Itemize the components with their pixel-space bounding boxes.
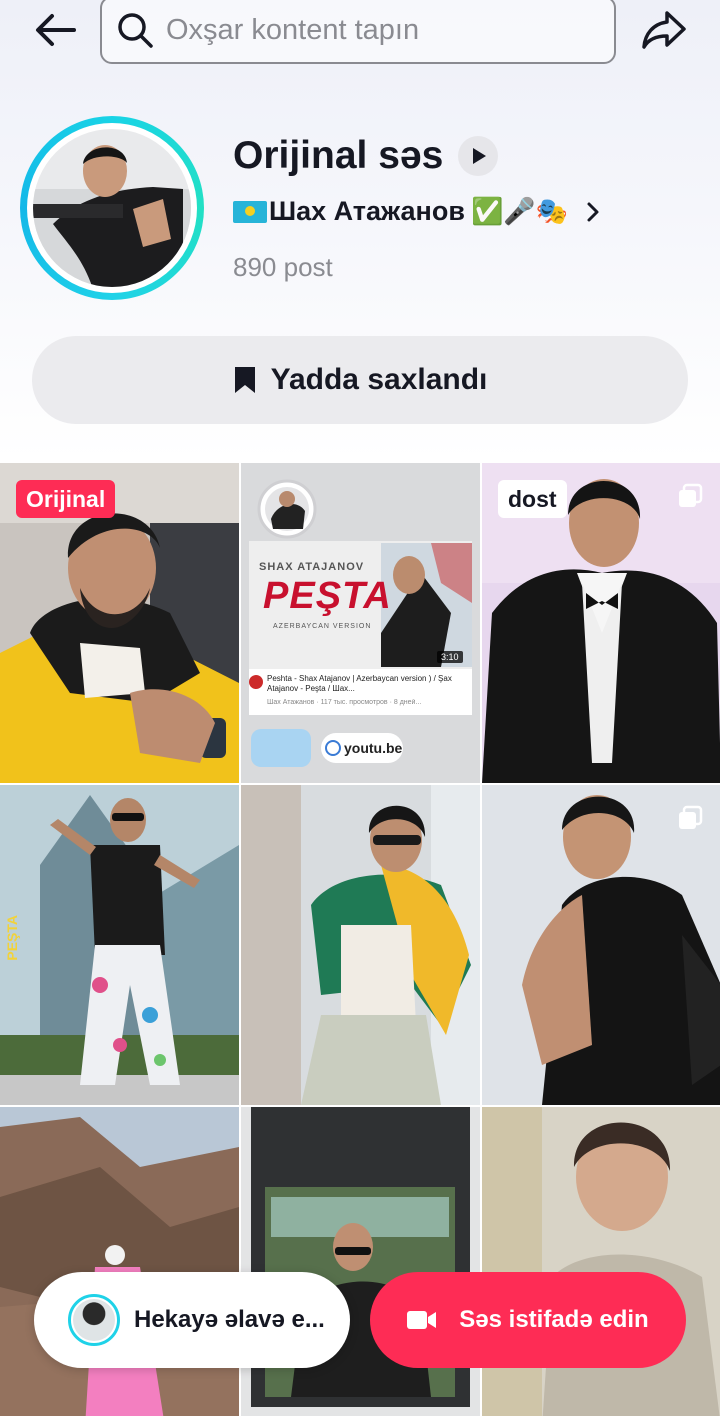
use-sound-label: Səs istifadə edin xyxy=(459,1306,649,1333)
search-icon xyxy=(118,13,153,48)
search-input[interactable] xyxy=(166,13,606,47)
video-camera-icon xyxy=(407,1311,437,1329)
use-sound-button[interactable]: Səs istifadə edin xyxy=(370,1272,686,1368)
kazakhstan-flag-icon xyxy=(233,200,267,223)
video-tile[interactable] xyxy=(482,1107,720,1416)
arrow-left-icon xyxy=(36,14,76,46)
top-bar xyxy=(0,0,720,66)
video-tile[interactable] xyxy=(241,1107,480,1416)
video-caption: Peshta - Shax Atajanov | Azerbaycan vers… xyxy=(267,674,452,693)
video-tile[interactable]: PEŞTA xyxy=(0,785,239,1105)
play-sound-button[interactable] xyxy=(458,136,498,176)
chevron-right-icon xyxy=(587,202,599,221)
video-tile[interactable] xyxy=(0,1107,239,1416)
video-thumbnail xyxy=(241,785,480,1105)
photo-carousel-icon xyxy=(679,483,703,507)
user-avatar xyxy=(68,1294,120,1346)
video-subtitle: SHAX ATAJANOV xyxy=(259,561,365,573)
video-thumbnail xyxy=(482,785,720,1105)
video-duration: 3:10 xyxy=(437,651,463,663)
video-thumbnail xyxy=(0,785,239,1105)
original-badge: Orijinal xyxy=(16,480,116,518)
video-thumbnail xyxy=(0,1107,239,1416)
video-tile[interactable]: dost xyxy=(482,463,720,783)
saved-button-label: Yadda saxlandı xyxy=(270,363,488,396)
share-arrow-icon xyxy=(642,11,686,49)
video-meta: Шах Атажанов · 117 тыс. просмотров · 8 д… xyxy=(267,699,422,706)
add-story-button[interactable]: Hekayə əlavə e... xyxy=(34,1272,350,1368)
back-button[interactable] xyxy=(30,6,82,54)
video-tile[interactable]: Orijinal xyxy=(0,463,239,783)
video-title: PEŞTA xyxy=(263,575,392,617)
artist-emojis: ✅🎤🎭 xyxy=(470,196,569,227)
dost-badge: dost xyxy=(498,480,567,518)
sound-title: Orijinal səs xyxy=(233,134,444,177)
saved-button[interactable]: Yadda saxlandı xyxy=(32,336,688,424)
share-button[interactable] xyxy=(636,6,692,54)
photo-carousel-icon xyxy=(679,805,703,829)
video-tile[interactable] xyxy=(482,785,720,1105)
video-tile[interactable] xyxy=(241,785,480,1105)
video-tile[interactable]: SHAX ATAJANOV PEŞTA AZERBAYCAN VERSION 3… xyxy=(241,463,480,783)
video-thumbnail xyxy=(241,1107,480,1416)
play-icon xyxy=(473,148,486,164)
video-tag: AZERBAYCAN VERSION xyxy=(273,623,372,630)
sound-avatar[interactable] xyxy=(20,116,204,300)
video-thumbnail xyxy=(482,1107,720,1416)
bookmark-icon xyxy=(234,367,255,393)
artist-link[interactable]: Шах Атажанов ✅🎤🎭 xyxy=(233,196,600,227)
youtube-link-label: youtu.be xyxy=(344,740,403,756)
tile-side-text: PEŞTA xyxy=(4,915,20,961)
search-bar[interactable] xyxy=(100,0,616,64)
post-count: 890 post xyxy=(233,252,333,282)
add-story-label: Hekayə əlavə e... xyxy=(134,1306,325,1333)
artist-name: Шах Атажанов xyxy=(269,196,465,226)
avatar-image xyxy=(33,129,191,287)
